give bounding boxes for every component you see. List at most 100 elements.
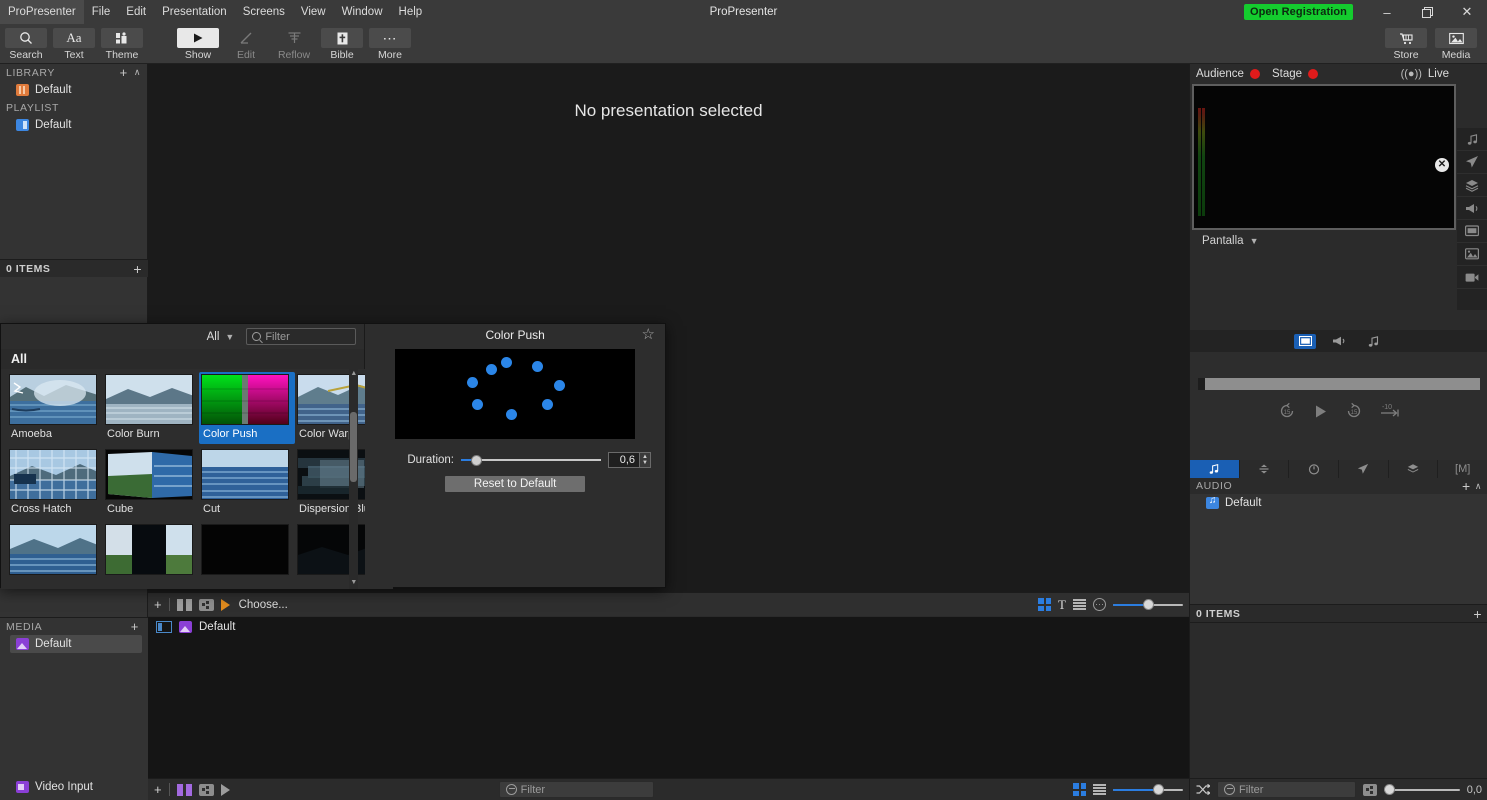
right-filter-input[interactable]: Filter [1217,781,1357,798]
toolbar-text-button[interactable]: Aa Text [50,26,98,61]
tab-audio[interactable] [1190,460,1240,478]
transition-item-row3-1[interactable] [7,522,103,581]
open-registration-badge[interactable]: Open Registration [1243,4,1353,20]
transition-item-row3-3[interactable] [199,522,295,581]
library-item-default[interactable]: Default [0,81,147,99]
rewind-15-icon[interactable]: 15 [1278,402,1296,420]
transition-choose-label[interactable]: Choose... [239,599,288,611]
list-view-icon[interactable] [1073,599,1086,610]
menu-item-presentation[interactable]: Presentation [154,0,235,24]
skip-minus-10-icon[interactable]: -10 [1379,402,1401,420]
toolbar-theme-button[interactable]: Theme [98,26,146,61]
library-collapse-button[interactable]: ∧ [131,67,141,78]
transition-icon[interactable] [220,783,230,796]
audience-preview[interactable] [1194,86,1454,228]
menu-item-edit[interactable]: Edit [118,0,154,24]
toolbar-edit-button[interactable]: Edit [222,26,270,61]
audio-add-button[interactable]: + [1462,479,1475,493]
transition-preview[interactable] [395,349,635,439]
scroll-down-arrow-icon[interactable]: ▼ [349,579,358,587]
library-add-button[interactable]: + [117,66,131,79]
segment-screen-button[interactable] [1294,333,1316,349]
toolbar-store-button[interactable]: Store [1381,26,1431,61]
menu-item-screens[interactable]: Screens [235,0,293,24]
transition-item-cross-hatch[interactable]: Cross Hatch [7,447,103,519]
megaphone-icon[interactable] [1457,197,1487,220]
send-icon[interactable] [1457,151,1487,174]
audio-item-default[interactable]: Default [1190,494,1487,512]
tab-macro[interactable]: [M] [1438,460,1487,478]
scrub-playhead[interactable] [1198,378,1205,390]
scrollbar-thumb[interactable] [350,412,358,482]
tab-props[interactable] [1240,460,1290,478]
playlist-item-default[interactable]: Default [0,116,147,134]
media-item-default[interactable]: Default [10,635,142,653]
image-icon[interactable] [1457,243,1487,266]
shuffle-icon[interactable] [1196,784,1210,795]
columns-icon[interactable] [176,598,192,611]
group-icon[interactable] [1363,783,1378,796]
stepper-arrows[interactable]: ▲ ▼ [639,453,650,467]
layers-icon[interactable] [1457,174,1487,197]
group-icon[interactable] [198,783,214,796]
transition-scope-dropdown[interactable]: All ▼ [203,331,239,343]
audio-collapse-button[interactable]: ∧ [1475,481,1482,492]
transition-item-cube[interactable]: Cube [103,447,199,519]
menu-item-help[interactable]: Help [391,0,431,24]
transition-scrollbar[interactable]: ▲ ▼ [349,369,359,589]
tab-timer[interactable] [1289,460,1340,478]
segment-megaphone-button[interactable] [1328,334,1350,349]
menu-item-file[interactable]: File [84,0,119,24]
screen-icon[interactable] [1457,220,1487,243]
music-icon[interactable] [1457,128,1487,151]
transition-item-cut[interactable]: Cut [199,447,295,519]
duration-value[interactable]: 0,6 [609,453,639,467]
grid-view-icon[interactable] [1038,598,1052,611]
media-zoom-slider[interactable] [1113,783,1183,796]
video-input-item[interactable]: Video Input [0,778,93,796]
media-add-button[interactable]: + [128,620,142,633]
toolbar-media-button[interactable]: Media [1431,26,1481,61]
play-icon[interactable] [1312,403,1329,420]
toolbar-bible-button[interactable]: Bible [318,26,366,61]
toolbar-more-button[interactable]: ⋯ More [366,26,414,61]
list-view-icon[interactable] [1093,784,1106,795]
toolbar-search-button[interactable]: Search [2,26,50,61]
transition-item-color-push[interactable]: Color Push [199,372,295,444]
duration-stepper[interactable]: 0,6 ▲ ▼ [608,452,651,468]
screen-selector[interactable]: Pantalla ▼ [1190,230,1458,252]
star-icon[interactable]: ☆ [642,327,655,342]
volume-slider[interactable] [1384,783,1460,796]
columns-icon[interactable] [176,783,192,796]
toolbar-show-button[interactable]: Show [174,26,222,61]
reset-to-default-button[interactable]: Reset to Default [445,476,586,492]
toolbar-reflow-button[interactable]: Reflow [270,26,318,61]
scroll-up-arrow-icon[interactable]: ▲ [349,370,358,378]
menu-item-window[interactable]: Window [334,0,391,24]
grid-view-icon[interactable] [1073,783,1086,796]
forward-15-icon[interactable]: 15 [1345,402,1363,420]
menu-item-propresenter[interactable]: ProPresenter [0,0,84,24]
audience-record-indicator[interactable] [1249,69,1260,79]
stage-record-indicator[interactable] [1308,69,1319,79]
transition-item-row3-2[interactable] [103,522,199,581]
right-items-add-button[interactable]: + [1473,607,1482,621]
bottom-add-button[interactable]: + [154,782,162,797]
minimize-button[interactable]: – [1367,0,1407,24]
tab-send[interactable] [1339,460,1389,478]
slide-add-button[interactable]: + [154,597,162,612]
video-icon[interactable] [1457,266,1487,289]
transition-item-color-burn[interactable]: Color Burn [103,372,199,444]
close-button[interactable]: ✕ [1447,0,1487,24]
transition-filter-input[interactable]: Filter [246,328,357,345]
menu-item-view[interactable]: View [293,0,334,24]
segment-music-button[interactable] [1362,334,1384,349]
media-filter-input[interactable]: Filter [498,781,654,798]
list-item[interactable]: Default [148,617,1189,637]
slide-zoom-slider[interactable] [1113,598,1183,611]
group-icon[interactable] [198,598,214,611]
text-view-icon[interactable]: T [1058,597,1066,613]
duration-slider[interactable] [461,454,601,466]
transition-icon[interactable] [220,598,230,611]
options-icon[interactable]: ⋯ [1093,598,1106,611]
